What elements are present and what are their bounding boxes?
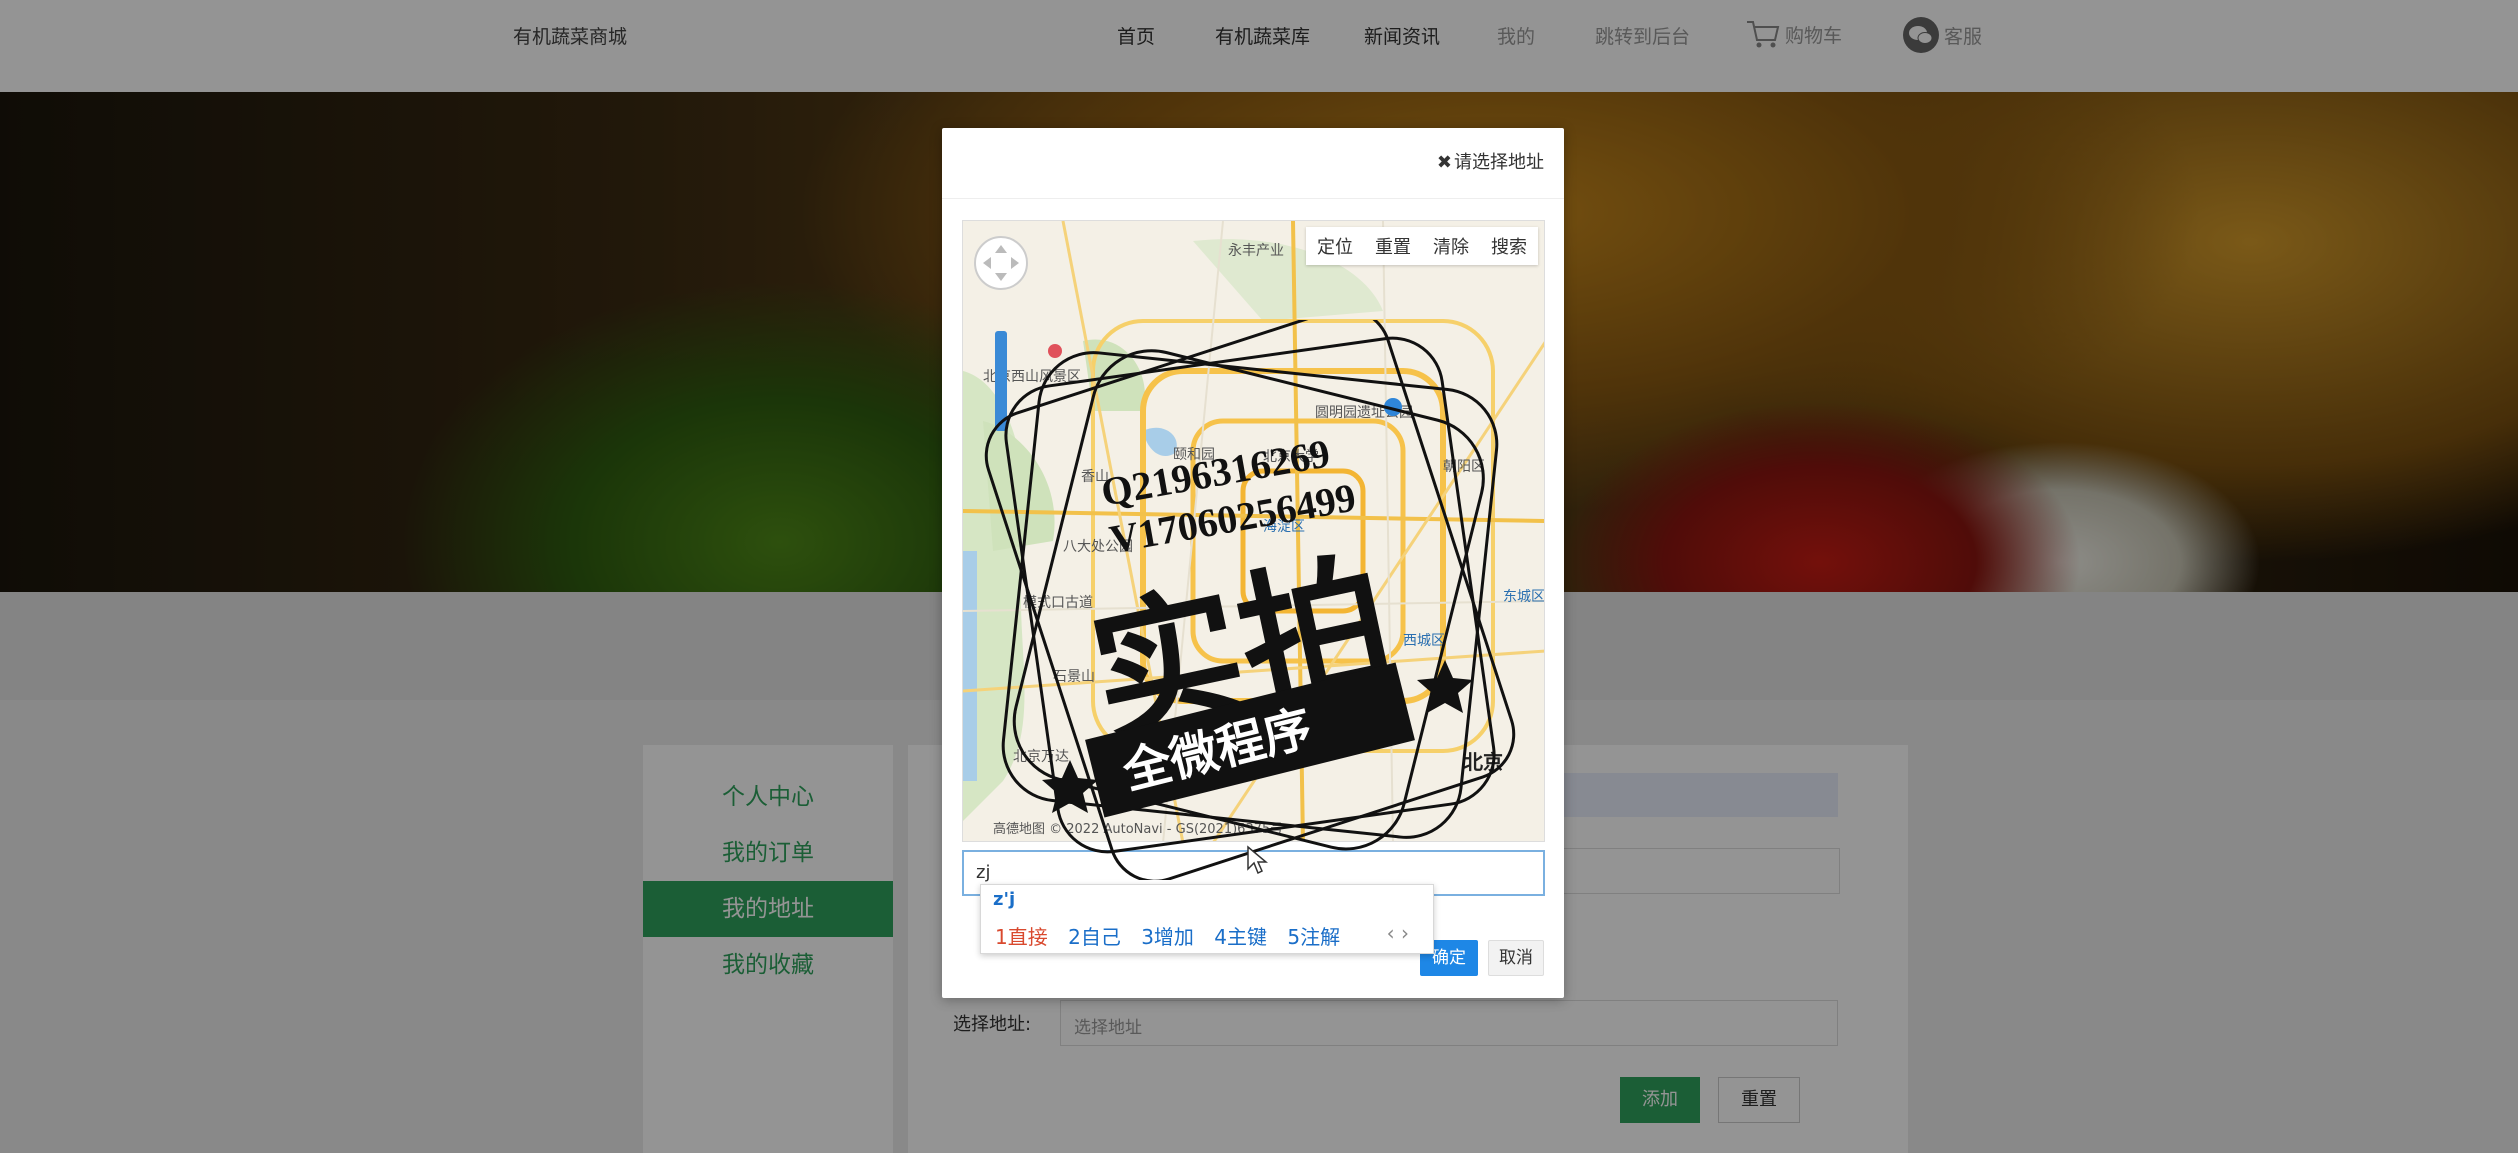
svg-text:西城区: 西城区 bbox=[1403, 632, 1445, 648]
map-view[interactable]: 永丰产业 北京西山风景区 香山 颐和园 圆明园遗址公园 北京大学 八大处公园 海… bbox=[962, 220, 1545, 842]
divider bbox=[942, 198, 1564, 199]
ime-candidate[interactable]: 4主键 bbox=[1214, 921, 1267, 950]
svg-text:北京: 北京 bbox=[1463, 750, 1503, 774]
ime-page-arrows[interactable]: ‹ › bbox=[1387, 921, 1409, 945]
svg-text:海淀区: 海淀区 bbox=[1263, 518, 1305, 534]
modal-close[interactable]: ✖ 请选择地址 bbox=[1437, 148, 1544, 174]
map-reset-button[interactable]: 重置 bbox=[1364, 233, 1422, 259]
map-zoom-slider[interactable] bbox=[995, 331, 1007, 431]
ime-candidate[interactable]: 3增加 bbox=[1141, 921, 1194, 950]
svg-text:北京万达: 北京万达 bbox=[1013, 748, 1069, 764]
map-toolbar: 定位 重置 清除 搜索 bbox=[1306, 227, 1538, 265]
address-input-value: zj bbox=[976, 862, 991, 883]
svg-text:模式口古道: 模式口古道 bbox=[1023, 594, 1093, 610]
close-icon: ✖ bbox=[1436, 152, 1452, 173]
cancel-button[interactable]: 取消 bbox=[1488, 940, 1544, 976]
svg-text:永丰产业: 永丰产业 bbox=[1228, 242, 1284, 258]
map-canvas: 永丰产业 北京西山风景区 香山 颐和园 圆明园遗址公园 北京大学 八大处公园 海… bbox=[963, 221, 1545, 841]
locate-button[interactable]: 定位 bbox=[1306, 233, 1364, 259]
ime-candidate[interactable]: 2自己 bbox=[1068, 921, 1121, 950]
svg-text:颐和园: 颐和园 bbox=[1173, 446, 1215, 462]
svg-text:石景山: 石景山 bbox=[1053, 668, 1095, 684]
ime-composition: z'j bbox=[993, 889, 1016, 910]
svg-text:八大处公园: 八大处公园 bbox=[1063, 538, 1133, 554]
clear-button[interactable]: 清除 bbox=[1422, 233, 1480, 259]
search-button[interactable]: 搜索 bbox=[1480, 233, 1538, 259]
svg-text:北京大学: 北京大学 bbox=[1263, 448, 1319, 464]
svg-text:香山: 香山 bbox=[1081, 468, 1109, 484]
svg-text:朝阳区: 朝阳区 bbox=[1443, 458, 1485, 474]
ime-candidate-list: 1直接 2自己 3增加 4主键 5注解 bbox=[995, 921, 1354, 950]
ime-candidate[interactable]: 5注解 bbox=[1287, 921, 1340, 950]
map-copyright: 高德地图 © 2022 AutoNavi - GS(2021)6375号 bbox=[993, 822, 1284, 837]
mouse-cursor-icon bbox=[1247, 845, 1268, 875]
ime-candidate-window: z'j 1直接 2自己 3增加 4主键 5注解 ‹ › bbox=[980, 884, 1434, 954]
svg-text:东城区: 东城区 bbox=[1503, 588, 1545, 604]
modal-title: 请选择地址 bbox=[1454, 152, 1544, 173]
ime-candidate[interactable]: 1直接 bbox=[995, 921, 1048, 950]
map-pan-control[interactable] bbox=[973, 235, 1029, 295]
